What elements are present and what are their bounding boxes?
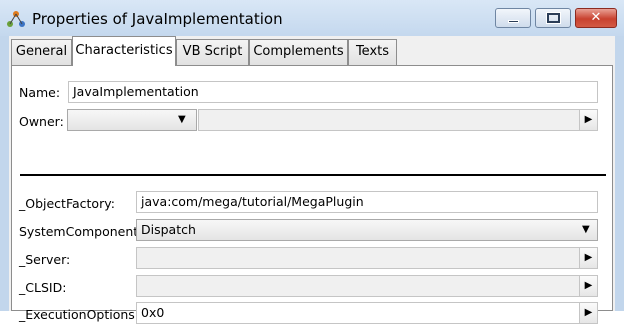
object-factory-field[interactable]: java:com/mega/tutorial/MegaPlugin [136, 191, 598, 213]
server-field[interactable] [136, 247, 598, 269]
execution-options-browse-button[interactable]: ▶ [579, 303, 597, 323]
owner-field [198, 109, 598, 131]
clsid-browse-button[interactable]: ▶ [579, 276, 597, 296]
system-component-label: SystemComponent: [19, 224, 143, 239]
owner-label: Owner: [19, 114, 64, 129]
server-browse-button[interactable]: ▶ [579, 248, 597, 268]
tab-texts[interactable]: Texts [348, 39, 397, 65]
system-component-dropdown[interactable]: Dispatch [136, 219, 598, 241]
tab-general[interactable]: General [11, 39, 72, 65]
maximize-button[interactable] [535, 8, 571, 28]
tab-vb-script[interactable]: VB Script [176, 39, 249, 65]
clsid-field[interactable] [136, 275, 598, 297]
server-label: _Server: [19, 252, 71, 267]
owner-browse-button[interactable]: ▶ [579, 110, 597, 130]
triangle-right-icon: ▶ [584, 114, 593, 125]
separator [20, 174, 606, 176]
tab-characteristics[interactable]: Characteristics [72, 36, 176, 66]
properties-window: Properties of JavaImplementation General… [0, 0, 624, 324]
tab-complements[interactable]: Complements [249, 39, 348, 65]
execution-options-field[interactable]: 0x0 [136, 302, 598, 324]
triangle-right-icon: ▶ [584, 280, 593, 291]
characteristics-panel: Name: JavaImplementation Owner: ▼ ▶ _Obj… [11, 65, 613, 324]
name-label: Name: [19, 85, 61, 100]
name-field[interactable]: JavaImplementation [68, 81, 598, 103]
title-bar[interactable]: Properties of JavaImplementation [0, 0, 624, 36]
clsid-label: _CLSID: [19, 280, 67, 295]
minimize-button[interactable] [495, 8, 531, 28]
execution-options-label: _ExecutionOptions: [19, 307, 140, 322]
chevron-down-icon[interactable]: ▼ [582, 224, 590, 235]
mega-app-icon [7, 11, 25, 27]
dialog-client: General Characteristics VB Script Comple… [9, 36, 615, 324]
chevron-down-icon[interactable]: ▼ [178, 114, 186, 125]
close-button[interactable] [575, 8, 617, 28]
triangle-right-icon: ▶ [584, 252, 593, 263]
object-factory-label: _ObjectFactory: [19, 196, 115, 211]
triangle-right-icon: ▶ [584, 307, 593, 318]
window-title: Properties of JavaImplementation [32, 10, 283, 28]
